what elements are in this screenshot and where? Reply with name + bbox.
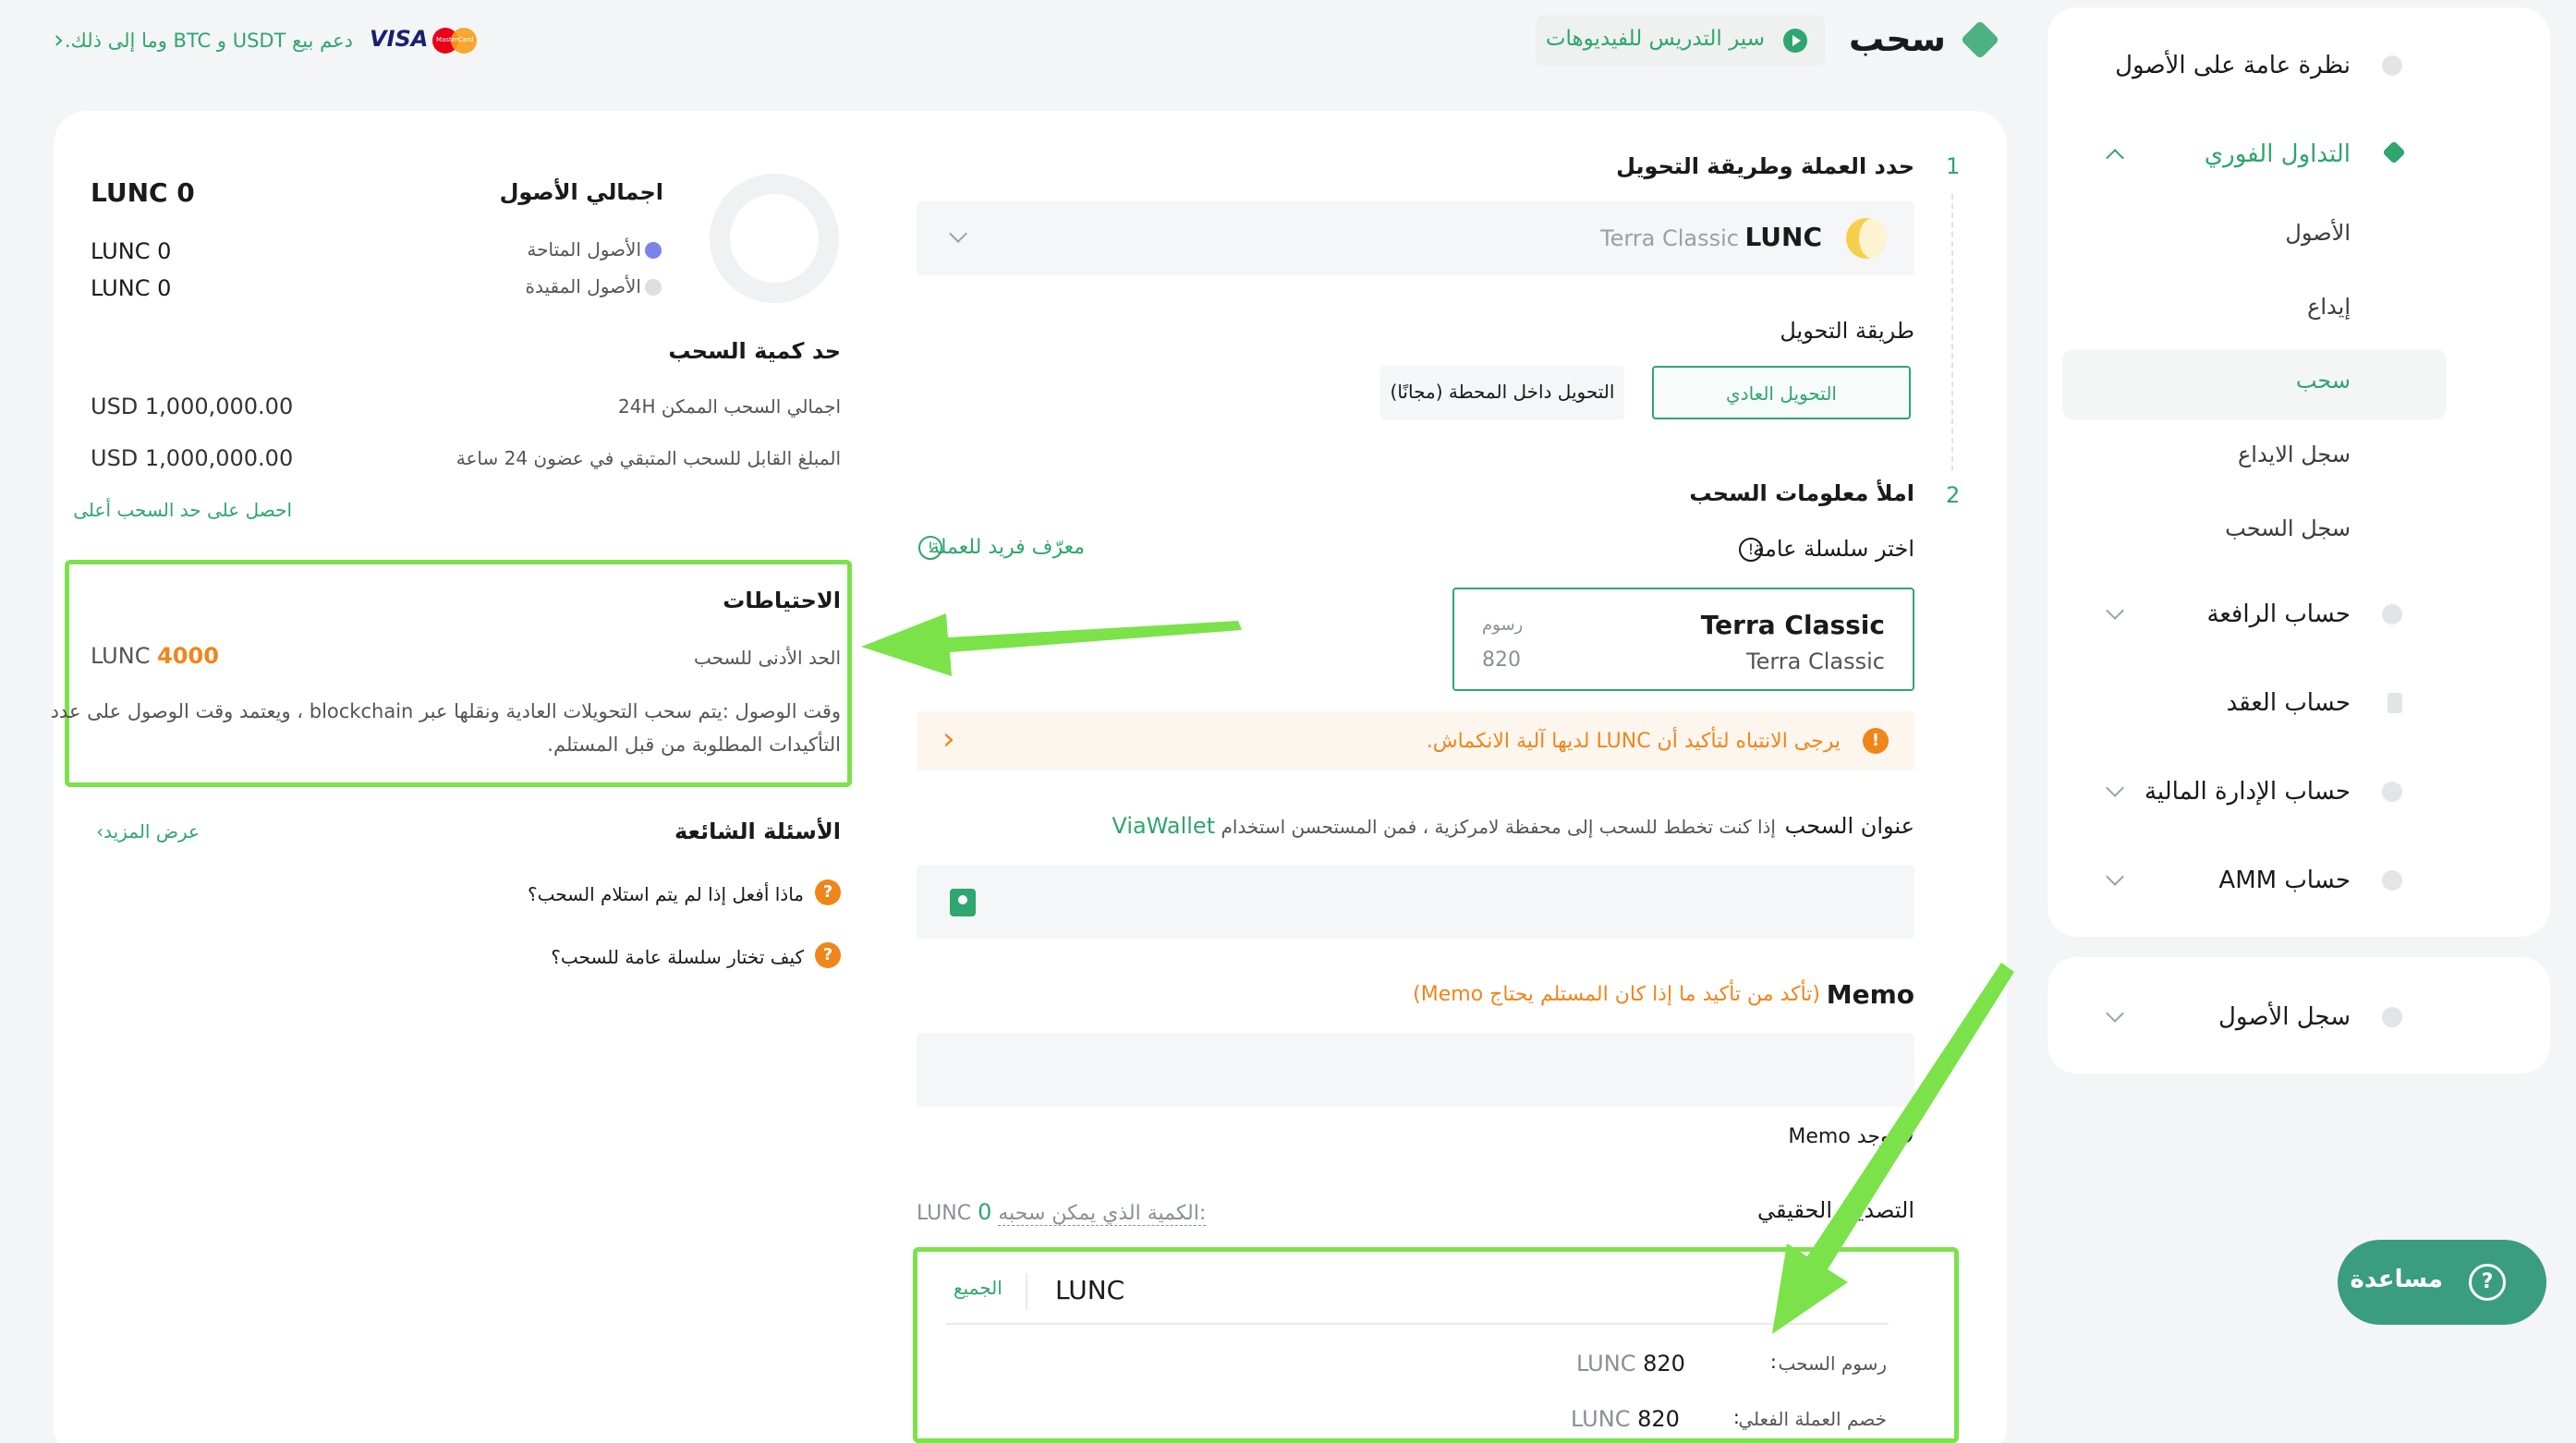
help-label: مساعدة <box>2350 1266 2443 1293</box>
help-button[interactable]: مساعدة ? <box>2338 1240 2546 1325</box>
annotation-arrows <box>861 613 2014 1334</box>
arrow-to-reserve <box>861 613 1242 676</box>
help-icon: ? <box>2469 1264 2506 1301</box>
arrow-to-amount <box>1772 963 2014 1334</box>
